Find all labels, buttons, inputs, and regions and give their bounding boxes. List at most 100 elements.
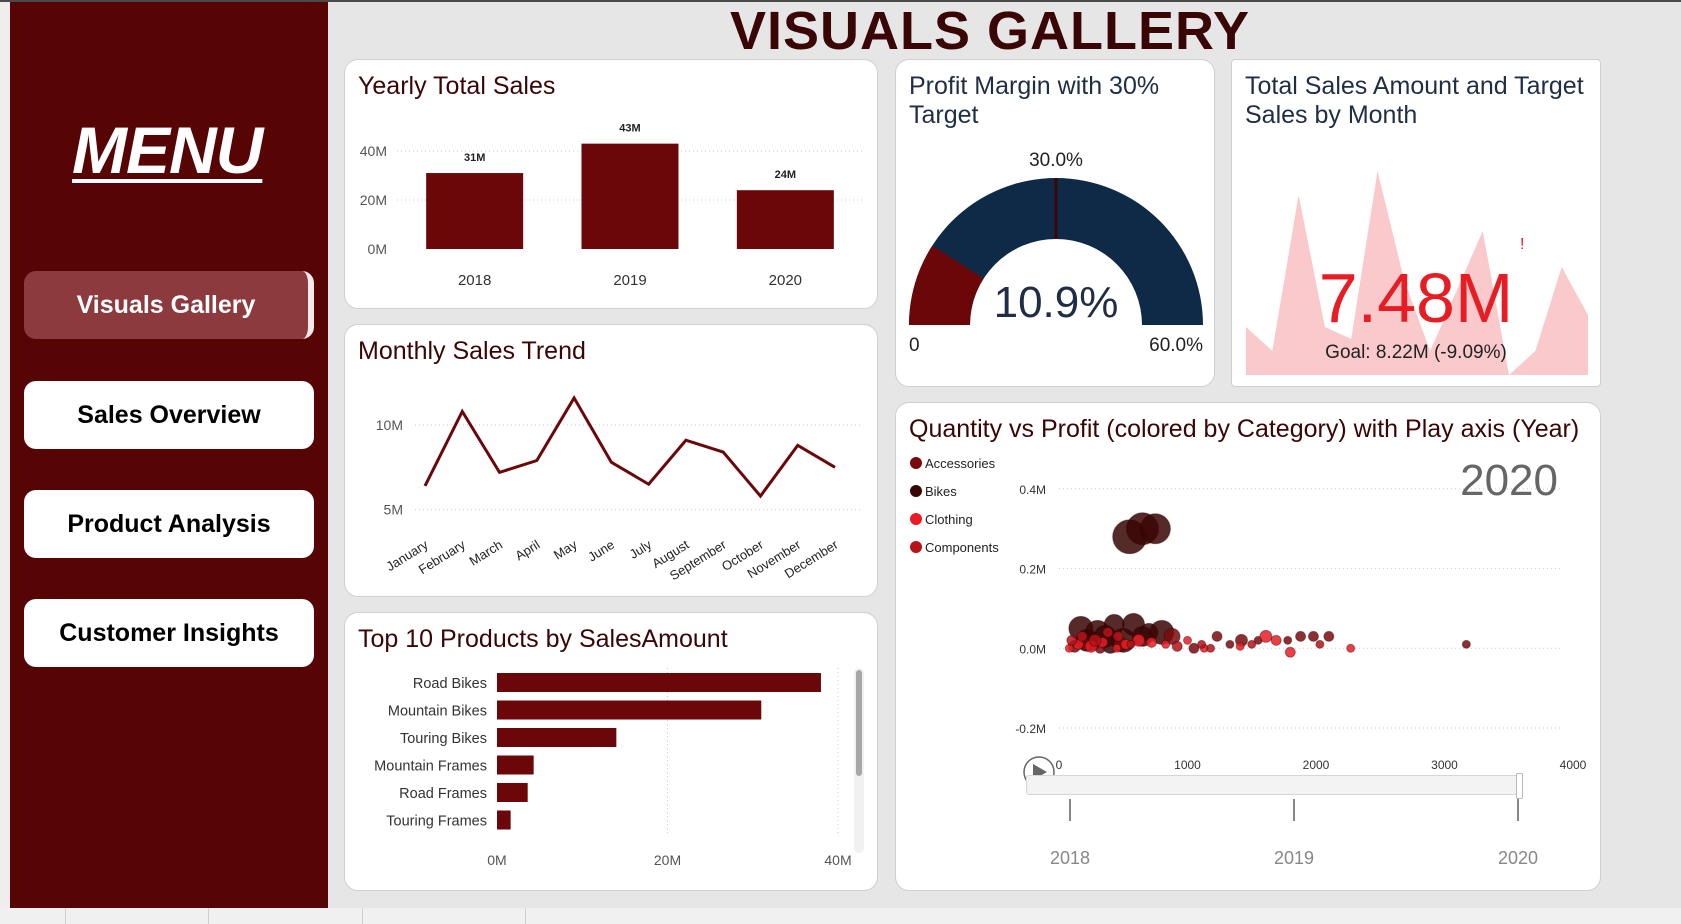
top-products-card[interactable]: Top 10 Products by SalesAmount 0M 20M 40M R… — [344, 612, 878, 891]
quantity-profit-scatter: -0.2M 0.0M 0.2M 0.4M 0 1000 2000 3000 4000 Access… — [910, 456, 1587, 868]
scatter-point-components — [1126, 639, 1136, 649]
scatter-point-components — [1315, 639, 1325, 649]
nav-customer-insights-button[interactable]: Customer Insights — [24, 599, 314, 667]
scatter-point-components — [1076, 630, 1088, 642]
scatter-y-tick: -0.2M — [1015, 722, 1046, 736]
top-products-scrollbar-track[interactable] — [854, 668, 864, 853]
nav-visuals-gallery-button[interactable]: Visuals Gallery — [24, 271, 314, 339]
monthly-line — [423, 394, 836, 499]
gauge-value-label: 10.9% — [994, 278, 1119, 327]
top10-y-tick: Mountain Frames — [374, 759, 487, 775]
play-axis-year-label: 2019 — [1274, 848, 1314, 868]
monthly-trend-chart: 5M10MJanuaryFebruaryMarch April May June Jul… — [376, 394, 860, 583]
scatter-point-accessories — [1307, 630, 1319, 642]
scatter-legend-marker — [910, 541, 922, 553]
kpi-goal: Goal: 8.22M (-9.09%) — [1325, 342, 1507, 363]
top10-y-tick: Road Bikes — [413, 676, 487, 692]
gauge-target-label: 30.0% — [1029, 150, 1083, 171]
top10-bar — [497, 783, 528, 802]
yearly-bar — [426, 173, 524, 249]
monthly-x-tick: May — [551, 537, 580, 563]
report-tab-divider — [65, 908, 66, 924]
scatter-x-tick: 2000 — [1303, 758, 1330, 772]
scatter-point-components — [1247, 639, 1257, 649]
total-sales-kpi-card[interactable]: Total Sales Amount and Target Sales by M… — [1231, 59, 1601, 387]
top10-y-tick: Touring Frames — [386, 814, 487, 830]
yearly-bar — [736, 190, 834, 249]
nav-sales-overview-button[interactable]: Sales Overview — [24, 381, 314, 449]
scatter-point-clothing — [1146, 636, 1158, 648]
top-products-chart: 0M 20M 40M Road Bikes Mountain Bikes Touring … — [374, 668, 852, 868]
sidebar-left-edge — [0, 2, 10, 908]
top10-y-tick: Mountain Bikes — [388, 704, 487, 720]
yearly-y-tick: 40M — [360, 143, 387, 159]
yearly-y-tick: 0M — [368, 241, 387, 257]
scatter-point-components — [1088, 633, 1102, 647]
scatter-point-accessories — [1323, 630, 1335, 642]
monthly-x-tick: April — [512, 537, 542, 564]
scatter-legend-label: Accessories — [925, 456, 996, 471]
scatter-x-tick: 3000 — [1431, 758, 1458, 772]
monthly-x-tick: March — [467, 537, 506, 569]
scatter-point-components — [1102, 626, 1114, 638]
yearly-x-tick: 2019 — [613, 272, 646, 289]
scatter-point-clothing — [1183, 635, 1192, 645]
yearly-sales-card[interactable]: Yearly Total Sales 0M 20M 40M 31M 2018 43M 201… — [344, 59, 878, 309]
monthly-trend-card[interactable]: Monthly Sales Trend 5M 10M January February… — [344, 324, 878, 597]
top10-bar — [497, 728, 617, 747]
kpi-warning-icon: ! — [1520, 236, 1525, 253]
scatter-point-clothing — [1346, 643, 1356, 653]
yearly-bar — [581, 143, 679, 249]
nav-product-analysis-button[interactable]: Product Analysis — [24, 490, 314, 558]
top10-y-tick: Touring Bikes — [400, 731, 487, 747]
scatter-year-label: 2020 — [1460, 456, 1558, 505]
scatter-point-accessories — [1211, 630, 1223, 642]
yearly-data-label: 43M — [619, 123, 640, 135]
play-axis-slider-handle[interactable] — [1516, 773, 1523, 799]
scatter-point-bikes — [1139, 513, 1171, 545]
scatter-legend-label: Clothing — [925, 512, 973, 527]
scatter-point-clothing — [1284, 646, 1296, 658]
scatter-legend-marker — [910, 457, 922, 469]
scatter-legend-label: Bikes — [925, 484, 957, 499]
yearly-data-label: 31M — [464, 152, 485, 164]
play-axis-year-label: 2018 — [1050, 848, 1090, 868]
top10-x-tick: 40M — [824, 852, 851, 868]
scatter-y-tick: 0.2M — [1019, 563, 1046, 577]
scatter-y-tick: 0.0M — [1019, 642, 1046, 656]
play-axis-slider[interactable] — [1026, 773, 1523, 799]
scatter-point-accessories — [1225, 639, 1235, 649]
profit-margin-gauge: 30.0% 10.9% 0 60.0% — [909, 150, 1203, 356]
yearly-x-tick: 2020 — [769, 272, 802, 289]
scatter-point-accessories — [1461, 639, 1471, 649]
top10-bar — [497, 810, 511, 830]
monthly-y-tick: 10M — [376, 417, 403, 433]
quantity-profit-card[interactable]: Quantity vs Profit (colored by Category)… — [895, 402, 1601, 891]
report-tab-divider — [208, 908, 209, 924]
scatter-legend-marker — [910, 513, 922, 525]
scatter-point-components — [1197, 639, 1207, 649]
report-tab-divider — [525, 908, 526, 924]
yearly-data-label: 24M — [775, 169, 796, 181]
scatter-point-clothing — [1161, 639, 1171, 649]
monthly-x-tick: June — [585, 537, 617, 565]
scatter-x-tick: 4000 — [1560, 758, 1587, 772]
scatter-point-clothing — [1112, 643, 1122, 653]
scatter-point-clothing — [1235, 641, 1245, 651]
page-title: VISUALS GALLERY — [730, 1, 1251, 61]
scatter-legend-marker — [910, 485, 922, 497]
kpi-value: 7.48M — [1318, 259, 1514, 337]
scatter-legend-label: Components — [925, 540, 999, 555]
monthly-y-tick: 5M — [384, 502, 403, 518]
scatter-point-components — [1112, 630, 1124, 642]
top10-x-tick: 0M — [487, 852, 506, 868]
play-axis-year-label: 2020 — [1498, 848, 1538, 868]
scatter-y-tick: 0.4M — [1019, 483, 1046, 497]
top10-bar — [497, 755, 534, 775]
profit-margin-card[interactable]: Profit Margin with 30% Target 30.0% 10.9%… — [895, 59, 1215, 387]
scatter-point-clothing — [1270, 634, 1282, 646]
top10-bar — [497, 673, 821, 692]
report-tab-bar — [0, 908, 1681, 924]
scatter-point-clothing — [1259, 629, 1273, 643]
top-products-scrollbar-thumb[interactable] — [856, 670, 862, 776]
